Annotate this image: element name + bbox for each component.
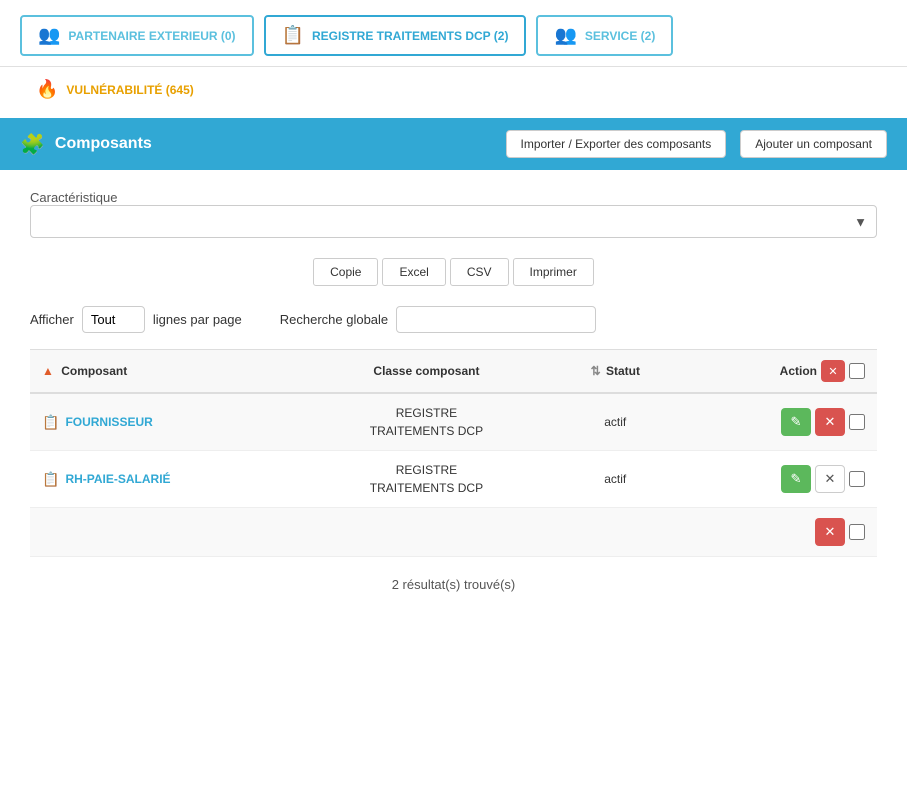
lignes-par-page-label: lignes par page	[153, 312, 242, 327]
content-area: Caractéristique ▼ Copie Excel CSV Imprim…	[0, 170, 907, 622]
partenaire-icon: 👥	[38, 25, 60, 46]
csv-button[interactable]: CSV	[450, 258, 509, 286]
service-icon: 👥	[554, 25, 576, 46]
row1-delete-button[interactable]: ✕	[815, 408, 845, 436]
table-body: 📋 FOURNISSEUR REGISTRETRAITEMENTS DCP ac…	[30, 393, 877, 557]
empty-action-cell: ✕	[681, 508, 877, 557]
row1-classe-cell: REGISTRETRAITEMENTS DCP	[303, 393, 549, 451]
row1-statut-cell: actif	[550, 393, 682, 451]
empty-row-checkbox[interactable]	[849, 524, 865, 540]
empty-cell-1	[30, 508, 303, 557]
empty-cell-2	[303, 508, 549, 557]
row2-classe-label: REGISTRETRAITEMENTS DCP	[370, 463, 483, 495]
th-classe[interactable]: Classe composant	[303, 350, 549, 394]
ajouter-composant-button[interactable]: Ajouter un composant	[740, 130, 887, 158]
row1-classe-label: REGISTRETRAITEMENTS DCP	[370, 406, 483, 438]
th-action: Action ✕	[681, 350, 877, 394]
row2-statut-value: actif	[604, 472, 626, 486]
sort-both-icon: ⇅	[591, 364, 601, 378]
row2-statut-cell: actif	[550, 451, 682, 508]
tab-vulnerabilite[interactable]: 🔥 VULNÉRABILITÉ (645)	[20, 71, 210, 108]
th-composant[interactable]: ▲ Composant	[30, 350, 303, 394]
section-header: 🧩 Composants Importer / Exporter des com…	[0, 118, 907, 170]
export-buttons: Copie Excel CSV Imprimer	[30, 258, 877, 286]
caracteristique-select[interactable]	[30, 205, 877, 238]
table-row: 📋 RH-PAIE-SALARIÉ REGISTRETRAITEMENTS DC…	[30, 451, 877, 508]
top-tabs: 👥 PARTENAIRE EXTERIEUR (0) 📋 REGISTRE TR…	[0, 0, 907, 67]
row2-composant-label: RH-PAIE-SALARIÉ	[65, 472, 170, 486]
row2-icon: 📋	[42, 471, 59, 488]
search-input[interactable]	[396, 306, 596, 333]
row2-classe-cell: REGISTRETRAITEMENTS DCP	[303, 451, 549, 508]
caracteristique-select-wrapper: ▼	[30, 205, 877, 238]
row1-checkbox[interactable]	[849, 414, 865, 430]
tab-registre-label: REGISTRE TRAITEMENTS DCP (2)	[312, 29, 508, 43]
search-label: Recherche globale	[280, 312, 388, 327]
th-statut-label: Statut	[606, 364, 640, 378]
tab-service-label: SERVICE (2)	[585, 29, 655, 43]
sort-asc-icon: ▲	[42, 364, 54, 378]
row2-edit-button[interactable]: ✎	[781, 465, 811, 493]
tab-partenaire-label: PARTENAIRE EXTERIEUR (0)	[68, 29, 235, 43]
imprimer-button[interactable]: Imprimer	[513, 258, 594, 286]
composants-table: ▲ Composant Classe composant ⇅ Statut Ac…	[30, 349, 877, 557]
row2-checkbox[interactable]	[849, 471, 865, 487]
empty-row: ✕	[30, 508, 877, 557]
copie-button[interactable]: Copie	[313, 258, 378, 286]
tab-registre[interactable]: 📋 REGISTRE TRAITEMENTS DCP (2)	[264, 15, 527, 56]
registre-icon: 📋	[282, 25, 304, 46]
composants-icon: 🧩	[20, 132, 45, 157]
result-count-label: 2 résultat(s) trouvé(s)	[392, 577, 516, 592]
excel-button[interactable]: Excel	[382, 258, 445, 286]
delete-all-button[interactable]: ✕	[821, 360, 845, 382]
vuln-tab-row: 🔥 VULNÉRABILITÉ (645)	[0, 67, 907, 118]
row1-icon: 📋	[42, 414, 59, 431]
th-action-label: Action	[780, 364, 817, 378]
th-statut[interactable]: ⇅ Statut	[550, 350, 682, 394]
table-row: 📋 FOURNISSEUR REGISTRETRAITEMENTS DCP ac…	[30, 393, 877, 451]
row2-delete-button[interactable]: ✕	[815, 465, 845, 493]
row1-statut-value: actif	[604, 415, 626, 429]
row1-composant-cell: 📋 FOURNISSEUR	[30, 393, 303, 451]
lignes-par-page-select[interactable]: Tout 10 25 50 100	[82, 306, 145, 333]
afficher-label: Afficher	[30, 312, 74, 327]
select-all-checkbox[interactable]	[849, 363, 865, 379]
row1-composant-label: FOURNISSEUR	[65, 415, 152, 429]
empty-row-delete-button[interactable]: ✕	[815, 518, 845, 546]
section-title: Composants	[55, 135, 492, 153]
th-composant-label: Composant	[61, 364, 127, 378]
caracteristique-label: Caractéristique	[30, 190, 117, 205]
tab-partenaire[interactable]: 👥 PARTENAIRE EXTERIEUR (0)	[20, 15, 254, 56]
import-export-button[interactable]: Importer / Exporter des composants	[506, 130, 727, 158]
filter-row: Afficher Tout 10 25 50 100 lignes par pa…	[30, 306, 877, 333]
empty-cell-3	[550, 508, 682, 557]
tab-vuln-label: VULNÉRABILITÉ (645)	[66, 83, 193, 97]
row1-edit-button[interactable]: ✎	[781, 408, 811, 436]
vuln-icon: 🔥	[36, 79, 58, 100]
caracteristique-field: Caractéristique ▼	[30, 190, 877, 238]
row1-action-cell: ✎ ✕	[681, 393, 877, 451]
result-count: 2 résultat(s) trouvé(s)	[30, 567, 877, 602]
th-classe-label: Classe composant	[373, 364, 479, 378]
table-header: ▲ Composant Classe composant ⇅ Statut Ac…	[30, 350, 877, 394]
tab-service[interactable]: 👥 SERVICE (2)	[536, 15, 673, 56]
row2-action-cell: ✎ ✕	[681, 451, 877, 508]
row2-composant-cell: 📋 RH-PAIE-SALARIÉ	[30, 451, 303, 508]
